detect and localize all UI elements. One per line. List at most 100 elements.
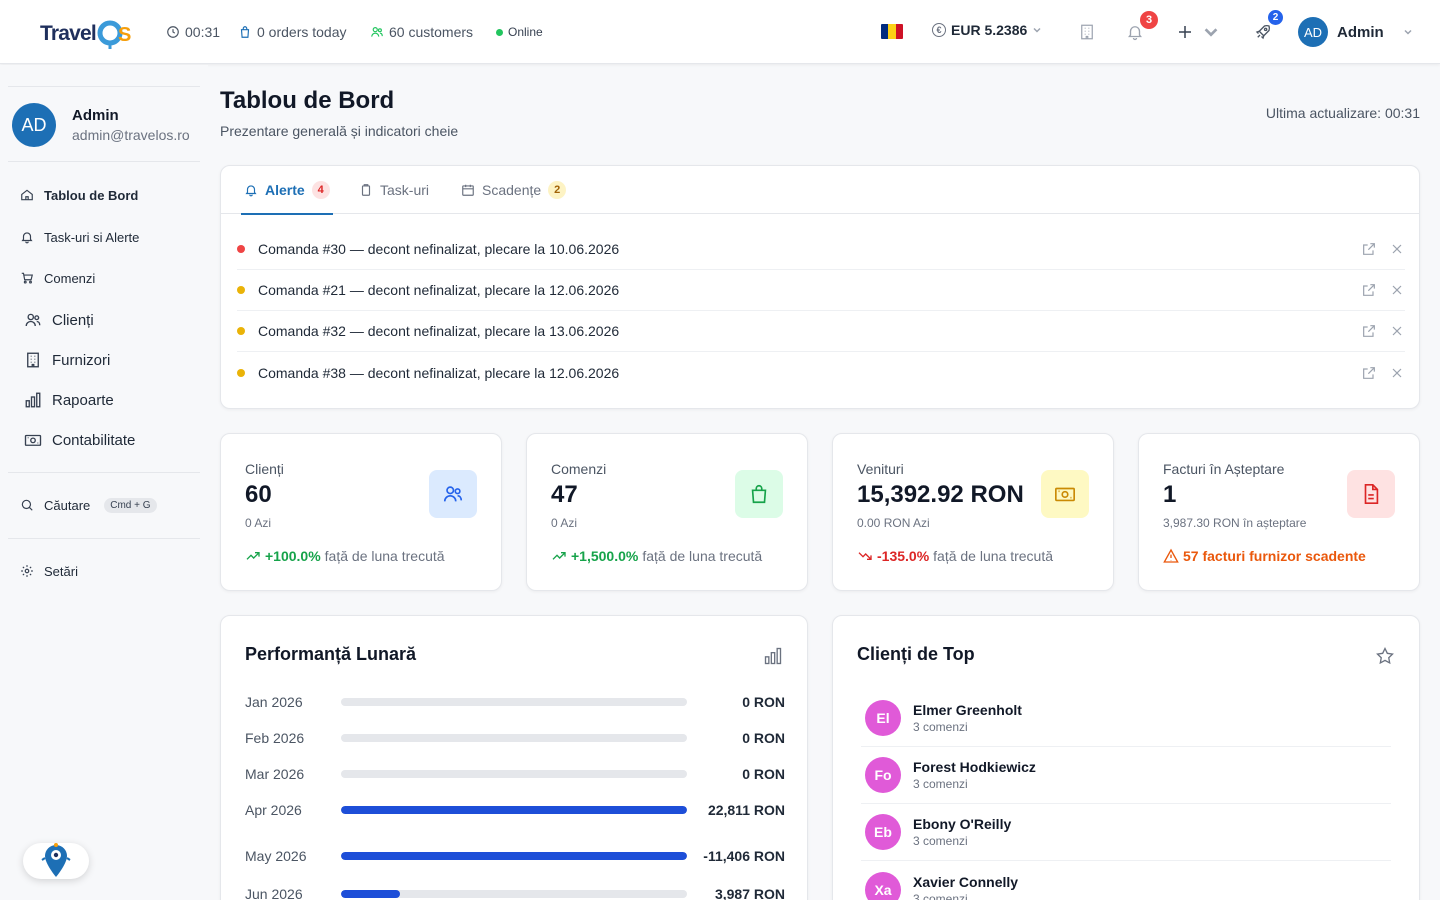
stat-card-revenue[interactable]: Venituri 15,392.92 RON 0.00 RON Azi -135… bbox=[832, 433, 1114, 591]
stat-label: Venituri bbox=[857, 461, 904, 477]
performance-month: Jan 2026 bbox=[245, 694, 303, 710]
client-name: Forest Hodkiewicz bbox=[913, 759, 1036, 775]
sidebar-item-label: Rapoarte bbox=[52, 391, 114, 409]
user-name: Admin bbox=[1337, 23, 1384, 41]
notifications-badge: 3 bbox=[1140, 11, 1158, 29]
bag-icon bbox=[751, 484, 767, 504]
assistant-mascot-button[interactable] bbox=[23, 843, 89, 879]
client-orders: 3 comenzi bbox=[913, 777, 968, 791]
plus-icon bbox=[1179, 26, 1191, 38]
close-icon[interactable] bbox=[1389, 241, 1405, 257]
tab-count-badge: 2 bbox=[548, 181, 567, 199]
stat-warning[interactable]: 57 facturi furnizor scadente bbox=[1163, 548, 1366, 564]
sidebar-item-tasks[interactable]: Task-uri si Alerte bbox=[8, 219, 200, 255]
client-orders: 3 comenzi bbox=[913, 720, 968, 734]
stat-sub: 0 Azi bbox=[245, 516, 272, 530]
performance-month: Feb 2026 bbox=[245, 730, 305, 746]
building-icon bbox=[27, 352, 39, 368]
trend-value: +1,500.0% bbox=[571, 548, 639, 564]
trend-text: față de luna trecută bbox=[324, 548, 445, 564]
file-icon bbox=[1364, 484, 1379, 504]
tab-tasks[interactable]: Task-uri bbox=[359, 166, 429, 214]
stat-card-pending-invoices[interactable]: Facturi în Așteptare 1 3,987.30 RON în a… bbox=[1138, 433, 1420, 591]
sidebar-item-suppliers[interactable]: Furnizori bbox=[8, 342, 200, 378]
sidebar-item-accounting[interactable]: Contabilitate bbox=[8, 422, 200, 458]
warning-text: 57 facturi furnizor scadente bbox=[1183, 548, 1366, 564]
tab-label: Task-uri bbox=[380, 182, 430, 198]
client-orders: 3 comenzi bbox=[913, 891, 968, 900]
trend-up-icon bbox=[552, 552, 566, 560]
online-label: Online bbox=[508, 25, 543, 39]
alert-severity-dot bbox=[237, 286, 245, 294]
updates-button[interactable]: 2 bbox=[1251, 10, 1283, 44]
orders-today: 0 orders today bbox=[257, 24, 347, 40]
close-icon[interactable] bbox=[1389, 282, 1405, 298]
stat-sub: 3,987.30 RON în așteptare bbox=[1163, 516, 1307, 530]
stat-trend: +1,500.0% față de luna trecută bbox=[551, 548, 762, 564]
performance-value: -11,406 RON bbox=[703, 848, 785, 864]
performance-month: Jun 2026 bbox=[245, 886, 303, 900]
sidebar: AD Admin admin@travelos.ro Tablou de Bor… bbox=[0, 65, 208, 900]
flag-romania[interactable] bbox=[881, 24, 903, 39]
sidebar-item-dashboard[interactable]: Tablou de Bord bbox=[8, 177, 200, 213]
open-external-icon[interactable] bbox=[1361, 282, 1377, 298]
performance-bar-fill bbox=[341, 890, 400, 898]
stat-card-clients[interactable]: Clienți 60 0 Azi +100.0% față de luna tr… bbox=[220, 433, 502, 591]
building-button[interactable] bbox=[1075, 20, 1099, 44]
performance-bar-fill bbox=[341, 806, 687, 814]
star-icon[interactable] bbox=[1375, 646, 1395, 666]
performance-row: Feb 2026 0 RON bbox=[245, 728, 785, 748]
logo-text: Travel bbox=[40, 22, 97, 45]
open-external-icon[interactable] bbox=[1361, 241, 1377, 257]
currency-selector[interactable]: € EUR 5.2386 bbox=[932, 22, 1042, 38]
sidebar-item-reports[interactable]: Rapoarte bbox=[8, 382, 200, 418]
customers-indicator: 60 customers bbox=[370, 22, 473, 42]
client-list-item[interactable]: Eb Ebony O'Reilly 3 comenzi bbox=[861, 804, 1391, 861]
home-icon bbox=[21, 189, 33, 201]
chevron-down-icon bbox=[1204, 28, 1218, 37]
bar-chart-icon[interactable] bbox=[763, 646, 783, 666]
sidebar-item-clients[interactable]: Clienți bbox=[8, 302, 200, 338]
client-list-item[interactable]: Xa Xavier Connelly 3 comenzi bbox=[861, 861, 1391, 900]
performance-value: 0 RON bbox=[742, 766, 785, 782]
stat-card-orders[interactable]: Comenzi 47 0 Azi +1,500.0% față de luna … bbox=[526, 433, 808, 591]
sidebar-item-label: Contabilitate bbox=[52, 431, 136, 449]
stat-value: 15,392.92 RON bbox=[857, 481, 1024, 508]
stat-trend: -135.0% față de luna trecută bbox=[857, 548, 1053, 564]
client-list-item[interactable]: El Elmer Greenholt 3 comenzi bbox=[861, 690, 1391, 747]
performance-row: Mar 2026 0 RON bbox=[245, 764, 785, 784]
orders-indicator: 0 orders today bbox=[238, 22, 347, 42]
sidebar-profile[interactable]: AD Admin admin@travelos.ro bbox=[8, 86, 200, 162]
performance-bar-track bbox=[341, 698, 687, 706]
open-external-icon[interactable] bbox=[1361, 323, 1377, 339]
alert-severity-dot bbox=[237, 368, 245, 377]
close-icon[interactable] bbox=[1389, 323, 1405, 339]
stat-sub: 0.00 RON Azi bbox=[857, 516, 930, 530]
stat-icon-box bbox=[1041, 470, 1089, 518]
tab-deadlines[interactable]: Scadențe 2 bbox=[461, 166, 567, 214]
sidebar-divider bbox=[8, 538, 200, 539]
add-new-button[interactable] bbox=[1176, 20, 1222, 44]
notifications-button[interactable]: 3 bbox=[1123, 11, 1158, 44]
performance-value: 3,987 RON bbox=[714, 886, 785, 900]
user-menu[interactable]: AD Admin bbox=[1298, 17, 1413, 47]
sidebar-item-orders[interactable]: Comenzi bbox=[8, 260, 200, 296]
tab-label: Alerte bbox=[265, 182, 305, 198]
close-icon[interactable] bbox=[1389, 365, 1405, 381]
alerts-panel: Alerte 4 Task-uri Scadențe 2 Comanda #30… bbox=[220, 165, 1420, 409]
open-external-icon[interactable] bbox=[1361, 365, 1377, 381]
client-list-item[interactable]: Fo Forest Hodkiewicz 3 comenzi bbox=[861, 747, 1391, 804]
mascot-icon bbox=[41, 843, 71, 877]
performance-month: Mar 2026 bbox=[245, 766, 305, 782]
travelos-logo[interactable]: Travel S bbox=[40, 16, 137, 52]
sidebar-item-settings[interactable]: Setări bbox=[8, 553, 200, 589]
sidebar-search[interactable]: Căutare Cmd + G bbox=[8, 487, 200, 523]
card-title: Clienți de Top bbox=[857, 644, 975, 664]
sidebar-item-label: Clienți bbox=[52, 311, 94, 329]
search-label: Căutare bbox=[44, 497, 91, 513]
alert-item: Comanda #30 — decont nefinalizat, plecar… bbox=[237, 229, 1405, 270]
card-title: Performanță Lunară bbox=[245, 644, 417, 664]
tab-alerts[interactable]: Alerte 4 bbox=[241, 166, 333, 215]
stat-label: Facturi în Așteptare bbox=[1163, 461, 1285, 477]
performance-row: Apr 2026 22,811 RON bbox=[245, 800, 785, 820]
